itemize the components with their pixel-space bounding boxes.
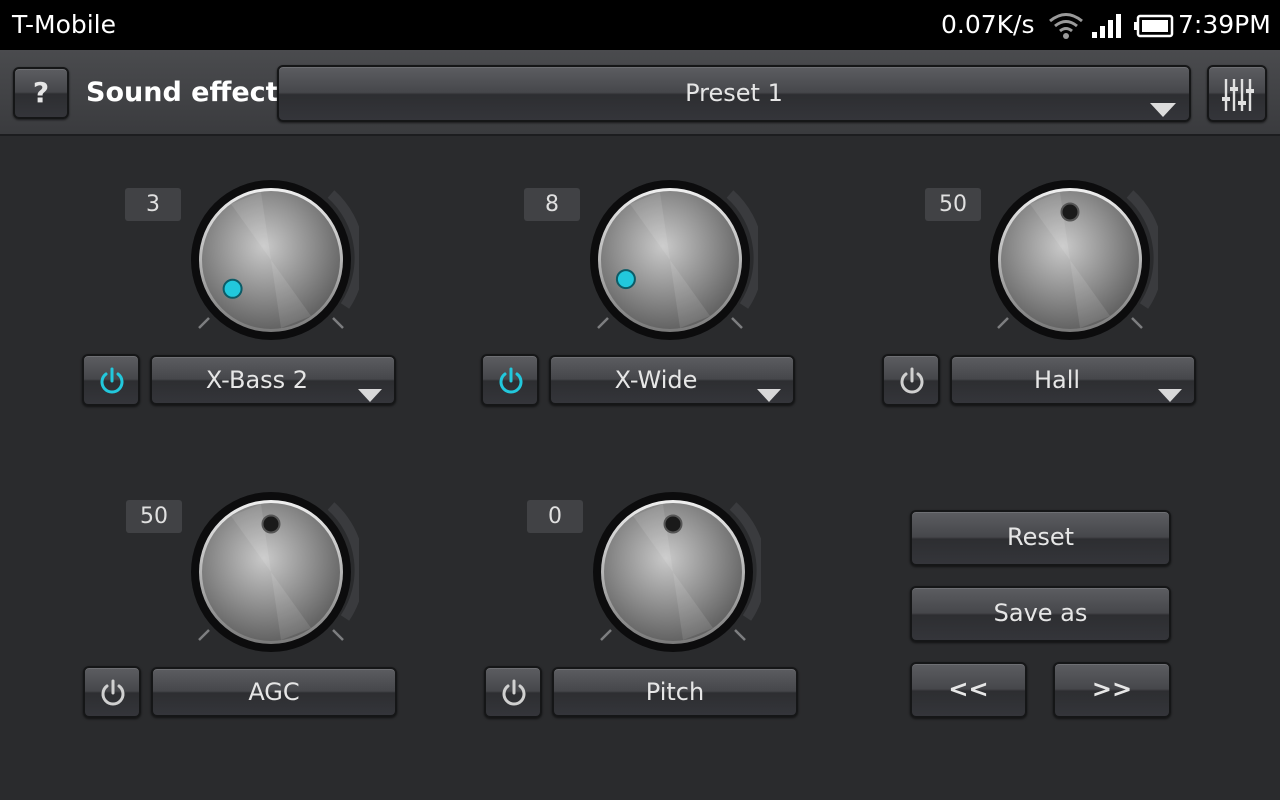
wifi-icon bbox=[1048, 12, 1084, 46]
chevron-down-icon bbox=[756, 372, 782, 418]
knob-dial bbox=[990, 180, 1158, 340]
knob-dial bbox=[590, 180, 758, 340]
knob-indicator bbox=[222, 278, 243, 299]
power-toggle-button[interactable] bbox=[481, 354, 539, 406]
knob-indicator bbox=[1060, 202, 1080, 222]
carrier-name: T-Mobile bbox=[12, 10, 117, 39]
effect-label: Hall bbox=[1033, 366, 1081, 394]
effect-knob[interactable] bbox=[582, 172, 758, 348]
clock: 7:39PM bbox=[1178, 10, 1271, 39]
effect-label: AGC bbox=[248, 678, 300, 706]
previous-preset-button[interactable]: << bbox=[910, 662, 1027, 718]
power-toggle-button[interactable] bbox=[882, 354, 940, 406]
equalizer-button[interactable] bbox=[1207, 65, 1267, 122]
effect-knob[interactable] bbox=[183, 172, 359, 348]
app-header: ? Sound effects Preset 1 bbox=[0, 50, 1280, 136]
power-toggle-button[interactable] bbox=[82, 354, 140, 406]
knob-dial bbox=[191, 180, 359, 340]
preset-value: Preset 1 bbox=[685, 79, 783, 107]
status-bar: T-Mobile 0.07K/s 7:39PM bbox=[0, 0, 1280, 50]
effect-knob[interactable] bbox=[183, 484, 359, 660]
effect-label: X-Wide bbox=[614, 366, 698, 394]
power-toggle-button[interactable] bbox=[83, 666, 141, 718]
page-title: Sound effects bbox=[86, 77, 295, 108]
knob-dial bbox=[593, 492, 761, 652]
effect-value: 3 bbox=[125, 188, 181, 221]
effect-knob[interactable] bbox=[982, 172, 1158, 348]
save-as-button[interactable]: Save as bbox=[910, 586, 1171, 642]
signal-icon bbox=[1090, 12, 1122, 46]
effect-name-button[interactable]: Pitch bbox=[552, 667, 798, 717]
next-preset-button[interactable]: >> bbox=[1053, 662, 1171, 718]
knob-dial bbox=[191, 492, 359, 652]
chevron-down-icon bbox=[357, 372, 383, 418]
effect-label: Pitch bbox=[645, 678, 705, 706]
battery-icon bbox=[1134, 14, 1174, 44]
chevron-down-icon bbox=[1157, 372, 1183, 418]
help-button[interactable]: ? bbox=[13, 67, 69, 119]
power-toggle-button[interactable] bbox=[484, 666, 542, 718]
effect-name-button[interactable]: AGC bbox=[151, 667, 397, 717]
effect-label: X-Bass 2 bbox=[205, 366, 309, 394]
preset-dropdown[interactable]: Preset 1 bbox=[277, 65, 1191, 122]
effect-value: 50 bbox=[126, 500, 182, 533]
effect-value: 8 bbox=[524, 188, 580, 221]
effect-dropdown[interactable]: X-Wide bbox=[549, 355, 795, 405]
knob-indicator bbox=[663, 514, 683, 534]
effect-knob[interactable] bbox=[585, 484, 761, 660]
chevron-down-icon bbox=[1149, 85, 1177, 138]
knob-indicator bbox=[615, 269, 636, 290]
effect-value: 0 bbox=[527, 500, 583, 533]
effect-dropdown[interactable]: Hall bbox=[950, 355, 1196, 405]
effect-value: 50 bbox=[925, 188, 981, 221]
knob-indicator bbox=[261, 514, 281, 534]
reset-button[interactable]: Reset bbox=[910, 510, 1171, 566]
effect-dropdown[interactable]: X-Bass 2 bbox=[150, 355, 396, 405]
network-speed: 0.07K/s bbox=[941, 10, 1035, 39]
